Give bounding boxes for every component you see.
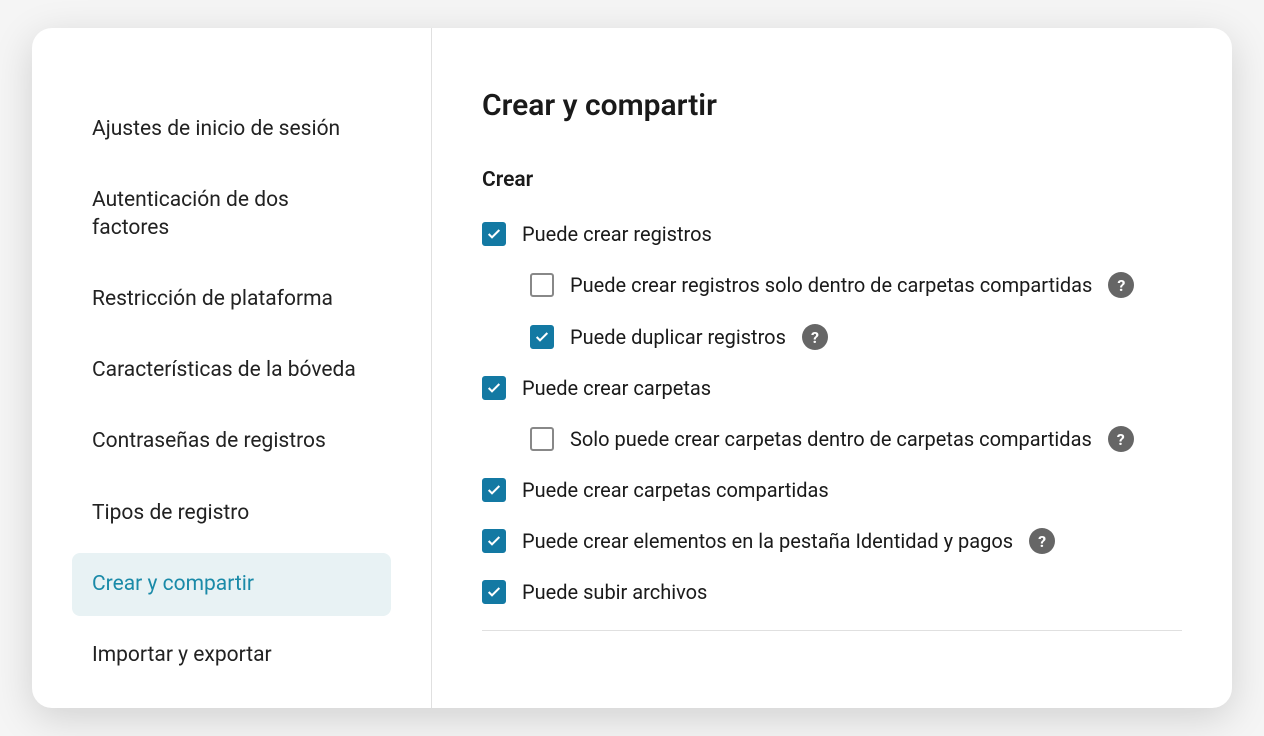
- checkbox-can-create-shared-folders[interactable]: [482, 478, 506, 502]
- checkbox-can-create-records[interactable]: [482, 222, 506, 246]
- sidebar-item-record-passwords[interactable]: Contraseñas de registros: [72, 410, 391, 473]
- page-title: Crear y compartir: [482, 88, 1182, 123]
- check-icon: [486, 380, 502, 396]
- check-icon: [486, 482, 502, 498]
- option-can-create-identity-payments: Puede crear elementos en la pestaña Iden…: [482, 528, 1182, 554]
- sidebar-item-two-factor[interactable]: Autenticación de dos factores: [72, 169, 391, 260]
- sidebar-item-create-share[interactable]: Crear y compartir: [72, 553, 391, 616]
- help-icon[interactable]: ?: [1029, 528, 1055, 554]
- section-title-create: Crear: [482, 168, 1182, 192]
- option-can-duplicate-records: Puede duplicar registros ?: [530, 324, 1182, 350]
- option-label: Solo puede crear carpetas dentro de carp…: [570, 427, 1092, 451]
- section-divider: [482, 630, 1182, 631]
- sidebar: Ajustes de inicio de sesión Autenticació…: [32, 28, 432, 708]
- option-can-create-shared-folders: Puede crear carpetas compartidas: [482, 478, 1182, 502]
- sidebar-item-platform-restriction[interactable]: Restricción de plataforma: [72, 268, 391, 331]
- option-can-create-folders: Puede crear carpetas: [482, 376, 1182, 400]
- option-can-upload-files: Puede subir archivos: [482, 580, 1182, 604]
- option-can-create-records: Puede crear registros: [482, 222, 1182, 246]
- check-icon: [486, 533, 502, 549]
- check-icon: [486, 226, 502, 242]
- checkbox-can-create-identity-payments[interactable]: [482, 529, 506, 553]
- check-icon: [486, 584, 502, 600]
- option-create-folders-shared-only: Solo puede crear carpetas dentro de carp…: [530, 426, 1182, 452]
- option-label: Puede crear registros solo dentro de car…: [570, 273, 1092, 297]
- option-label: Puede crear elementos en la pestaña Iden…: [522, 529, 1013, 553]
- checkbox-create-records-shared-only[interactable]: [530, 273, 554, 297]
- option-label: Puede subir archivos: [522, 580, 707, 604]
- sidebar-item-import-export[interactable]: Importar y exportar: [72, 624, 391, 687]
- checkbox-can-duplicate-records[interactable]: [530, 325, 554, 349]
- sidebar-item-keeperfill[interactable]: KeeperFill: [72, 696, 391, 708]
- option-label: Puede duplicar registros: [570, 325, 786, 349]
- check-icon: [534, 329, 550, 345]
- checkbox-can-upload-files[interactable]: [482, 580, 506, 604]
- help-icon[interactable]: ?: [1108, 272, 1134, 298]
- help-icon[interactable]: ?: [1108, 426, 1134, 452]
- checkbox-can-create-folders[interactable]: [482, 376, 506, 400]
- sidebar-item-login-settings[interactable]: Ajustes de inicio de sesión: [72, 98, 391, 161]
- option-create-records-shared-only: Puede crear registros solo dentro de car…: [530, 272, 1182, 298]
- sidebar-item-vault-features[interactable]: Características de la bóveda: [72, 339, 391, 402]
- checkbox-create-folders-shared-only[interactable]: [530, 427, 554, 451]
- settings-card: Ajustes de inicio de sesión Autenticació…: [32, 28, 1232, 708]
- option-label: Puede crear registros: [522, 222, 712, 246]
- content-panel: Crear y compartir Crear Puede crear regi…: [432, 28, 1232, 708]
- sidebar-item-record-types[interactable]: Tipos de registro: [72, 482, 391, 545]
- option-label: Puede crear carpetas compartidas: [522, 478, 829, 502]
- help-icon[interactable]: ?: [802, 324, 828, 350]
- option-label: Puede crear carpetas: [522, 376, 711, 400]
